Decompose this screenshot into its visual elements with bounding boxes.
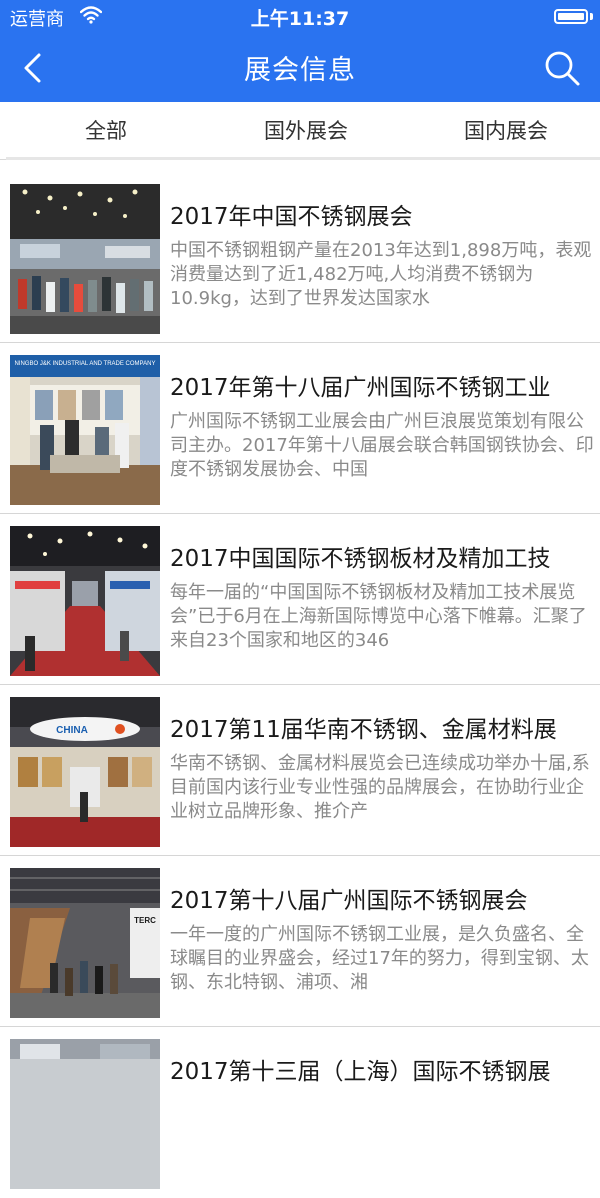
exhibition-photo [10, 184, 160, 334]
item-title: 2017第十八届广州国际不锈钢展会 [170, 888, 528, 914]
list-item[interactable]: NINGBO J&K INDUSTRIAL AND TRADE COMPANY … [0, 343, 600, 514]
exhibition-photo: NINGBO J&K INDUSTRIAL AND TRADE COMPANY [10, 355, 160, 505]
search-icon[interactable] [542, 48, 582, 88]
nav-bar: 展会信息 [0, 34, 600, 102]
top-bar: 运营商 上午11:37 展会信息 [0, 0, 600, 102]
battery-tip [590, 13, 593, 20]
tab-all[interactable]: 全部 [6, 102, 206, 159]
status-time: 上午11:37 [250, 8, 350, 30]
item-title: 2017第11届华南不锈钢、金属材料展 [170, 717, 557, 743]
item-description: 中国不锈钢粗钢产量在2013年达到1,898万吨，表观消费量达到了近1,482万… [170, 240, 592, 309]
exhibition-photo [10, 1039, 160, 1189]
booth-sign: TERC [134, 916, 156, 925]
tab-overseas[interactable]: 国外展会 [206, 102, 406, 159]
list-item[interactable]: 2017年中国不锈钢展会 中国不锈钢粗钢产量在2013年达到1,898万吨，表观… [0, 172, 600, 343]
page-title: 展会信息 [244, 55, 356, 86]
item-description: 华南不锈钢、金属材料展览会已连续成功举办十届,系目前国内该行业专业性强的品牌展会… [170, 753, 590, 822]
list-item[interactable]: CHINA 2017第11届华南不锈钢、金属材料展 华南不锈钢、金属材料展览会已… [0, 685, 600, 856]
list-item[interactable]: TERC 2017第十八届广州国际不锈钢展会 一年一度的广州国际不锈钢工业展，是… [0, 856, 600, 1027]
exhibition-photo [10, 526, 160, 676]
battery-icon [554, 9, 588, 24]
booth-sign: NINGBO J&K INDUSTRIAL AND TRADE COMPANY [15, 361, 156, 367]
exhibition-photo: CHINA [10, 697, 160, 847]
list-item[interactable]: 2017中国国际不锈钢板材及精加工技 每年一届的“中国国际不锈钢板材及精加工技术… [0, 514, 600, 685]
item-title: 2017中国国际不锈钢板材及精加工技 [170, 546, 551, 572]
tab-divider [6, 157, 600, 160]
item-title: 2017第十三届（上海）国际不锈钢展 [170, 1059, 551, 1085]
booth-sign: CHINA [56, 725, 88, 736]
list-item[interactable]: 2017第十三届（上海）国际不锈钢展 [0, 1027, 600, 1198]
tab-bar: 全部 国外展会 国内展会 [0, 102, 600, 160]
exhibition-photo: TERC [10, 868, 160, 1018]
item-title: 2017年中国不锈钢展会 [170, 204, 413, 230]
item-description: 广州国际不锈钢工业展会由广州巨浪展览策划有限公司主办。2017年第十八届展会联合… [170, 411, 594, 480]
status-bar: 运营商 上午11:37 [0, 0, 600, 34]
item-description: 每年一届的“中国国际不锈钢板材及精加工技术展览会”已于6月在上海新国际博览中心落… [170, 582, 587, 651]
item-description [170, 1094, 595, 1169]
tab-domestic[interactable]: 国内展会 [406, 102, 600, 159]
item-title: 2017年第十八届广州国际不锈钢工业 [170, 375, 551, 401]
item-description: 一年一度的广州国际不锈钢工业展，是久负盛名、全球瞩目的业界盛会，经过17年的努力… [170, 924, 589, 993]
